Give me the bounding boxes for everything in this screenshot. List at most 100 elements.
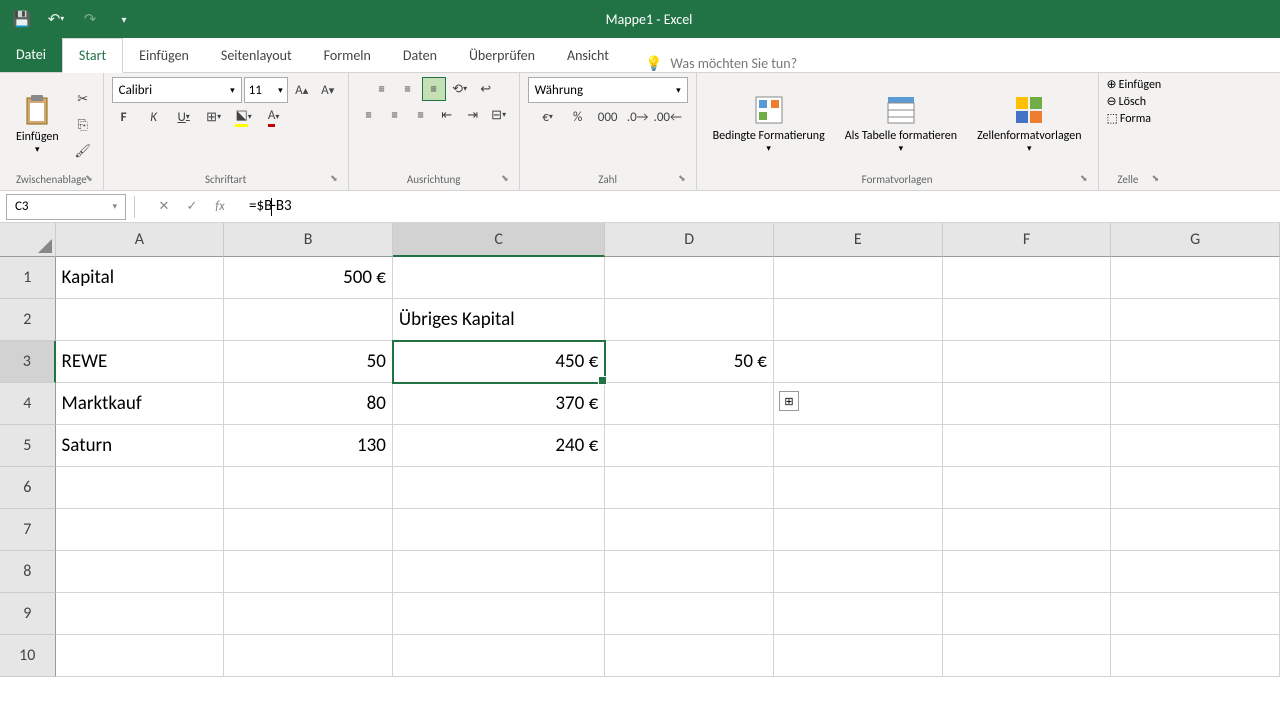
cell-G8[interactable] (1111, 551, 1280, 593)
align-bottom-icon[interactable]: ≡ (422, 77, 446, 101)
cell-E2[interactable] (774, 299, 943, 341)
cell-D8[interactable] (605, 551, 774, 593)
align-center-icon[interactable]: ≡ (383, 103, 407, 127)
col-header-C[interactable]: C (393, 223, 605, 257)
delete-cells-icon[interactable]: ⊖ (1107, 94, 1117, 109)
tell-me-search[interactable]: 💡 Was möchten Sie tun? (645, 55, 797, 72)
cell-A9[interactable] (56, 593, 225, 635)
cell-F8[interactable] (943, 551, 1112, 593)
cell-G2[interactable] (1111, 299, 1280, 341)
cell-E5[interactable] (774, 425, 943, 467)
indent-decrease-icon[interactable]: ⇤ (435, 103, 459, 127)
row-header-3[interactable]: 3 (0, 341, 56, 383)
row-header-5[interactable]: 5 (0, 425, 56, 467)
fx-icon[interactable]: fx (209, 196, 231, 218)
cell-B5[interactable]: 130 (224, 425, 393, 467)
cell-D4[interactable]: ⊞ (605, 383, 774, 425)
format-cells-icon[interactable]: ⬚ (1107, 111, 1118, 126)
cell-F1[interactable] (943, 257, 1112, 299)
row-header-4[interactable]: 4 (0, 383, 56, 425)
cell-C4[interactable]: 370 € (393, 383, 605, 425)
percent-button[interactable]: % (566, 105, 590, 129)
indent-increase-icon[interactable]: ⇥ (461, 103, 485, 127)
col-header-D[interactable]: D (605, 223, 774, 257)
align-middle-icon[interactable]: ≡ (396, 77, 420, 101)
row-header-10[interactable]: 10 (0, 635, 56, 677)
insert-cells-icon[interactable]: ⊕ (1107, 77, 1117, 92)
cell-G1[interactable] (1111, 257, 1280, 299)
cell-F7[interactable] (943, 509, 1112, 551)
wrap-text-icon[interactable]: ↩ (474, 77, 498, 101)
cell-B3[interactable]: 50 (224, 341, 393, 383)
cell-B9[interactable] (224, 593, 393, 635)
cell-G6[interactable] (1111, 467, 1280, 509)
cell-G10[interactable] (1111, 635, 1280, 677)
enter-formula-icon[interactable]: ✓ (181, 196, 203, 218)
name-box[interactable]: C3▾ (6, 194, 126, 220)
tab-insert[interactable]: Einfügen (123, 39, 205, 72)
cell-E6[interactable] (774, 467, 943, 509)
cell-E10[interactable] (774, 635, 943, 677)
format-painter-icon[interactable]: 🖌 (71, 139, 95, 163)
cell-C1[interactable] (393, 257, 605, 299)
conditional-formatting-button[interactable]: Bedingte Formatierung▾ (705, 91, 833, 158)
cell-D7[interactable] (605, 509, 774, 551)
font-size-select[interactable]: 11▾ (244, 77, 288, 103)
tab-view[interactable]: Ansicht (551, 39, 625, 72)
cell-D3[interactable]: 50 € (605, 341, 774, 383)
cell-B10[interactable] (224, 635, 393, 677)
copy-icon[interactable]: ⎘ (71, 113, 95, 137)
paste-button[interactable]: Einfügen ▾ (8, 90, 67, 159)
cell-F9[interactable] (943, 593, 1112, 635)
tab-review[interactable]: Überprüfen (453, 39, 551, 72)
cell-F3[interactable] (943, 341, 1112, 383)
increase-font-icon[interactable]: A▴ (290, 78, 314, 102)
currency-button[interactable]: €▾ (536, 105, 560, 129)
row-header-7[interactable]: 7 (0, 509, 56, 551)
col-header-G[interactable]: G (1111, 223, 1280, 257)
number-format-select[interactable]: Währung▾ (528, 77, 688, 103)
underline-button[interactable]: U▾ (172, 105, 196, 129)
cell-C7[interactable] (393, 509, 605, 551)
col-header-F[interactable]: F (943, 223, 1112, 257)
cell-B1[interactable]: 500 € (224, 257, 393, 299)
align-left-icon[interactable]: ≡ (357, 103, 381, 127)
cell-C6[interactable] (393, 467, 605, 509)
bold-button[interactable]: F (112, 105, 136, 129)
cell-G9[interactable] (1111, 593, 1280, 635)
tab-pagelayout[interactable]: Seitenlayout (205, 39, 308, 72)
cut-icon[interactable]: ✂ (71, 87, 95, 111)
row-header-1[interactable]: 1 (0, 257, 56, 299)
cell-G3[interactable] (1111, 341, 1280, 383)
cell-G4[interactable] (1111, 383, 1280, 425)
merge-cells-icon[interactable]: ⊟▾ (487, 103, 511, 127)
cell-G7[interactable] (1111, 509, 1280, 551)
cell-C10[interactable] (393, 635, 605, 677)
col-header-B[interactable]: B (224, 223, 393, 257)
cell-A3[interactable]: REWE (56, 341, 225, 383)
cell-D10[interactable] (605, 635, 774, 677)
thousands-button[interactable]: 000 (596, 105, 620, 129)
font-color-button[interactable]: A▾ (262, 105, 286, 129)
cell-styles-button[interactable]: Zellenformatvorlagen▾ (969, 91, 1089, 158)
cell-F5[interactable] (943, 425, 1112, 467)
cell-E4[interactable] (774, 383, 943, 425)
cell-E9[interactable] (774, 593, 943, 635)
cell-D9[interactable] (605, 593, 774, 635)
cell-A2[interactable] (56, 299, 225, 341)
formula-input[interactable]: =$B-B3 Bearbeitungsleiste (241, 197, 1280, 215)
row-header-8[interactable]: 8 (0, 551, 56, 593)
cell-A5[interactable]: Saturn (56, 425, 225, 467)
cell-D2[interactable] (605, 299, 774, 341)
col-header-E[interactable]: E (774, 223, 943, 257)
decrease-decimal-icon[interactable]: .00← (656, 105, 680, 129)
qat-customize-icon[interactable]: ▾ (110, 5, 138, 33)
row-header-2[interactable]: 2 (0, 299, 56, 341)
cell-E1[interactable] (774, 257, 943, 299)
save-icon[interactable]: 💾 (8, 5, 36, 33)
align-right-icon[interactable]: ≡ (409, 103, 433, 127)
orientation-icon[interactable]: ⟲▾ (448, 77, 472, 101)
cell-A8[interactable] (56, 551, 225, 593)
autofill-options-icon[interactable]: ⊞ (779, 391, 799, 411)
row-header-6[interactable]: 6 (0, 467, 56, 509)
